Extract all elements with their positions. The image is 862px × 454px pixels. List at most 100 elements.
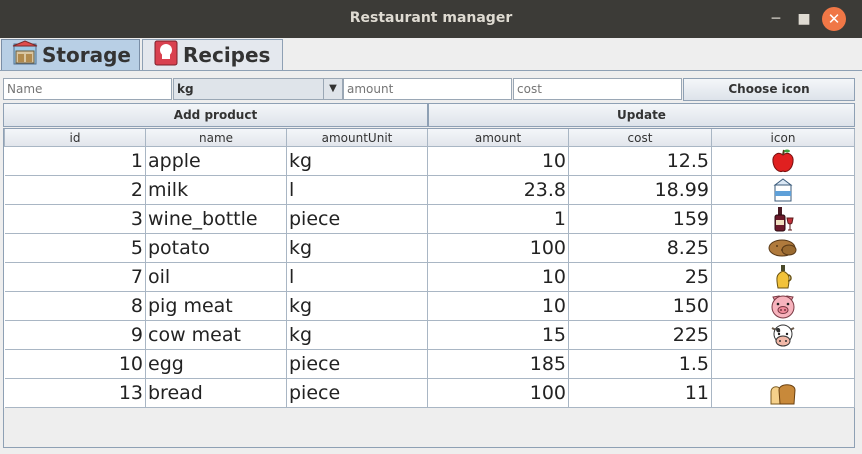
unit-select-value: kg xyxy=(177,82,194,96)
cell-amount[interactable]: 1 xyxy=(427,204,569,234)
storage-panel: kg ▼ Choose icon Add product Update id n… xyxy=(3,78,857,450)
amount-input[interactable] xyxy=(343,78,512,100)
table-row[interactable]: 13 bread piece 100 11 xyxy=(4,378,855,408)
cell-amount[interactable]: 15 xyxy=(427,320,569,350)
cell-name[interactable]: potato xyxy=(145,233,287,263)
cell-icon[interactable] xyxy=(711,175,855,205)
pig-icon xyxy=(771,295,795,319)
cell-amount[interactable]: 10 xyxy=(427,146,569,176)
cell-name[interactable]: pig meat xyxy=(145,291,287,321)
add-product-button[interactable]: Add product xyxy=(3,103,428,127)
cell-id[interactable]: 13 xyxy=(4,378,146,408)
cell-cost[interactable]: 225 xyxy=(568,320,712,350)
table-row[interactable]: 7 oil l 10 25 xyxy=(4,262,855,292)
apple-icon xyxy=(772,149,794,172)
tab-storage-label: Storage xyxy=(42,43,131,67)
cell-amount[interactable]: 100 xyxy=(427,233,569,263)
cell-name[interactable]: oil xyxy=(145,262,287,292)
cell-cost[interactable]: 18.99 xyxy=(568,175,712,205)
minimize-icon[interactable]: ─ xyxy=(766,9,786,29)
cell-name[interactable]: milk xyxy=(145,175,287,205)
cell-icon[interactable] xyxy=(711,204,855,234)
name-input[interactable] xyxy=(3,78,172,100)
cell-unit[interactable]: kg xyxy=(286,291,428,321)
cell-unit[interactable]: piece xyxy=(286,204,428,234)
storage-icon xyxy=(12,40,38,70)
cell-id[interactable]: 1 xyxy=(4,146,146,176)
cow-icon xyxy=(771,324,795,347)
cell-unit[interactable]: l xyxy=(286,262,428,292)
choose-icon-button[interactable]: Choose icon xyxy=(683,78,855,101)
cell-cost[interactable]: 159 xyxy=(568,204,712,234)
cell-id[interactable]: 10 xyxy=(4,349,146,379)
window-titlebar[interactable]: Restaurant manager ─ ■ ✕ xyxy=(0,0,862,38)
recipes-icon xyxy=(153,40,179,70)
table-row[interactable]: 2 milk l 23.8 18.99 xyxy=(4,175,855,205)
cell-unit[interactable]: kg xyxy=(286,233,428,263)
cost-input[interactable] xyxy=(513,78,682,100)
cell-unit[interactable]: piece xyxy=(286,349,428,379)
unit-select[interactable]: kg ▼ xyxy=(173,78,343,100)
cell-amount[interactable]: 185 xyxy=(427,349,569,379)
cell-id[interactable]: 8 xyxy=(4,291,146,321)
cell-name[interactable]: apple xyxy=(145,146,287,176)
tab-recipes-label: Recipes xyxy=(183,43,271,67)
tab-recipes[interactable]: Recipes xyxy=(142,39,283,70)
cell-cost[interactable]: 12.5 xyxy=(568,146,712,176)
cell-amount[interactable]: 100 xyxy=(427,378,569,408)
cell-icon[interactable] xyxy=(711,146,855,176)
cell-unit[interactable]: kg xyxy=(286,320,428,350)
main-content: Storage Recipes kg ▼ Choose icon Add pro… xyxy=(0,38,862,454)
cell-name[interactable]: wine_bottle xyxy=(145,204,287,234)
products-table-container: id name amountUnit amount cost icon 1 ap… xyxy=(3,128,855,448)
table-header-row: id name amountUnit amount cost icon xyxy=(4,129,855,147)
cell-cost[interactable]: 150 xyxy=(568,291,712,321)
cell-amount[interactable]: 23.8 xyxy=(427,175,569,205)
cell-amount[interactable]: 10 xyxy=(427,262,569,292)
window-title: Restaurant manager xyxy=(349,10,513,26)
table-row[interactable]: 8 pig meat kg 10 150 xyxy=(4,291,855,321)
table-row[interactable]: 1 apple kg 10 12.5 xyxy=(4,146,855,176)
cell-unit[interactable]: kg xyxy=(286,146,428,176)
cell-icon[interactable] xyxy=(711,378,855,408)
oil-bottle-icon xyxy=(776,265,792,289)
cell-name[interactable]: bread xyxy=(145,378,287,408)
cell-id[interactable]: 3 xyxy=(4,204,146,234)
cell-cost[interactable]: 8.25 xyxy=(568,233,712,263)
column-header-name[interactable]: name xyxy=(145,129,287,147)
table-row[interactable]: 3 wine_bottle piece 1 159 xyxy=(4,204,855,234)
table-row[interactable]: 9 cow meat kg 15 225 xyxy=(4,320,855,350)
cell-icon[interactable] xyxy=(711,349,855,379)
column-header-icon[interactable]: icon xyxy=(711,129,855,147)
column-header-id[interactable]: id xyxy=(4,129,146,147)
cell-amount[interactable]: 10 xyxy=(427,291,569,321)
cell-icon[interactable] xyxy=(711,320,855,350)
tab-divider xyxy=(0,70,862,71)
cell-id[interactable]: 2 xyxy=(4,175,146,205)
maximize-icon[interactable]: ■ xyxy=(794,9,814,29)
column-header-amount-unit[interactable]: amountUnit xyxy=(286,129,428,147)
column-header-cost[interactable]: cost xyxy=(568,129,712,147)
cell-icon[interactable] xyxy=(711,262,855,292)
cell-cost[interactable]: 25 xyxy=(568,262,712,292)
milk-carton-icon xyxy=(773,178,793,202)
cell-id[interactable]: 7 xyxy=(4,262,146,292)
cell-icon[interactable] xyxy=(711,291,855,321)
cell-cost[interactable]: 11 xyxy=(568,378,712,408)
update-button[interactable]: Update xyxy=(428,103,855,127)
cell-icon[interactable] xyxy=(711,233,855,263)
tab-storage[interactable]: Storage xyxy=(1,39,140,70)
cell-unit[interactable]: piece xyxy=(286,378,428,408)
table-row[interactable]: 5 potato kg 100 8.25 xyxy=(4,233,855,263)
cell-cost[interactable]: 1.5 xyxy=(568,349,712,379)
cell-unit[interactable]: l xyxy=(286,175,428,205)
table-row[interactable]: 10 egg piece 185 1.5 xyxy=(4,349,855,379)
close-icon[interactable]: ✕ xyxy=(822,7,846,31)
cell-name[interactable]: egg xyxy=(145,349,287,379)
chevron-down-icon[interactable]: ▼ xyxy=(323,79,342,99)
cell-id[interactable]: 5 xyxy=(4,233,146,263)
cell-id[interactable]: 9 xyxy=(4,320,146,350)
cell-name[interactable]: cow meat xyxy=(145,320,287,350)
column-header-amount[interactable]: amount xyxy=(427,129,569,147)
potato-icon xyxy=(768,239,797,257)
